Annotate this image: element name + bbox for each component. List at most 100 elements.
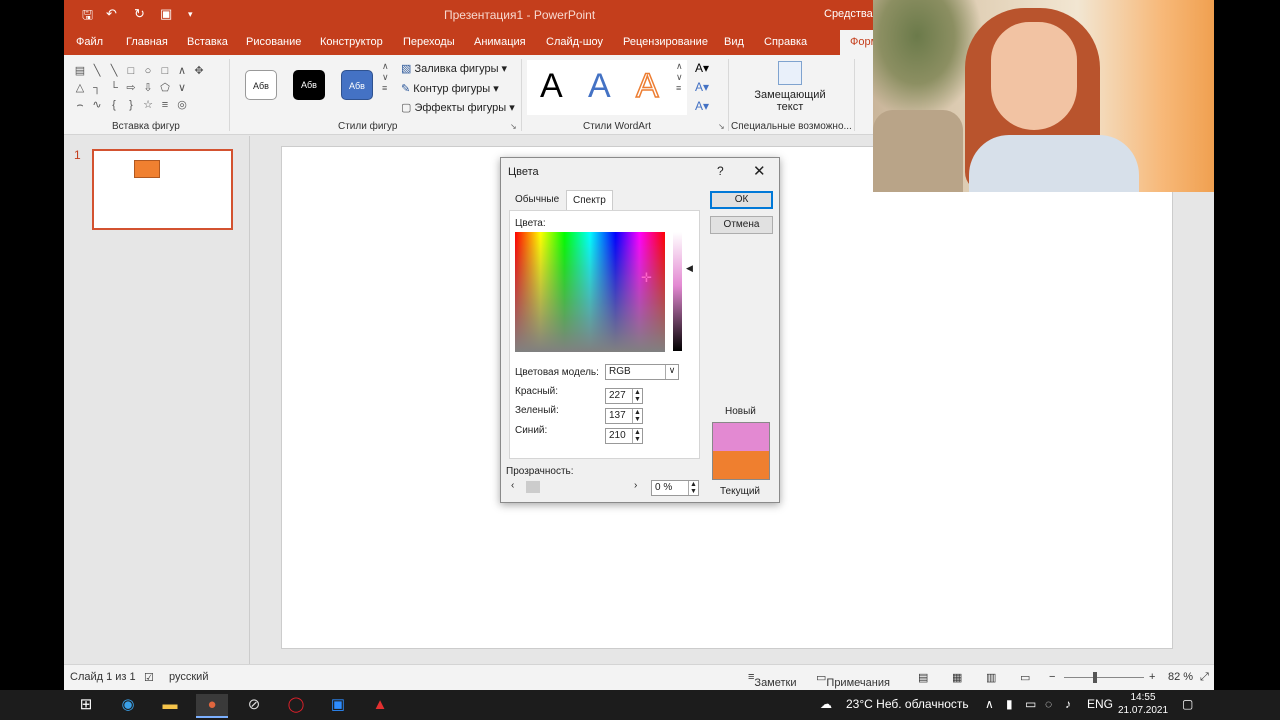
dialog-launcher-icon[interactable]: ↘ — [510, 122, 517, 131]
connector-icon[interactable]: ┐ — [89, 80, 105, 96]
green-input[interactable]: 137 ▲ ▼ — [605, 408, 643, 424]
help-button[interactable]: ? — [717, 164, 724, 178]
tab-animations[interactable]: Анимация — [474, 36, 526, 48]
rectangle-icon[interactable]: □ — [157, 63, 173, 79]
spinner-icon[interactable]: ▲ ▼ — [632, 429, 642, 443]
shapes-gallery[interactable]: ▤ ╲ ╲ □ ○ □ ∧ ✥ △ ┐ └ ⇨ ⇩ ⬠ ∨ ⌢ ∿ { } ☆ … — [72, 63, 212, 113]
star-icon[interactable]: ☆ — [140, 97, 156, 113]
weather-text[interactable]: 23°C Неб. облачность — [846, 697, 969, 711]
notes-button[interactable]: ≡ Заметки — [748, 671, 797, 689]
text-box-icon[interactable]: ▤ — [72, 63, 88, 79]
save-icon[interactable]: 🖫 — [82, 6, 93, 28]
notifications-icon[interactable]: ▢ — [1182, 697, 1193, 711]
shape-style-outline[interactable]: Абв — [245, 70, 277, 100]
normal-view-icon[interactable]: ▤ — [918, 671, 928, 684]
color-model-select[interactable]: RGB ∨ — [605, 364, 679, 380]
edit-shape-icon[interactable]: ✥ — [191, 63, 207, 79]
spinner-icon[interactable]: ▲ ▼ — [632, 409, 642, 423]
accessibility-check-icon[interactable]: ☑ — [144, 671, 154, 684]
zoom-in-icon[interactable]: + — [1149, 671, 1155, 683]
microphone-icon[interactable]: ▮ — [1006, 697, 1013, 711]
tab-standard[interactable]: Обычные — [509, 190, 565, 210]
alt-text-button[interactable]: Замещающий текст — [742, 61, 838, 113]
opera-icon[interactable]: ◯ — [280, 694, 312, 718]
arrow-down-icon[interactable]: ⇩ — [140, 80, 156, 96]
zoom-slider[interactable] — [1064, 677, 1144, 678]
comments-button[interactable]: ▭ Примечания — [816, 671, 890, 689]
brace-icon[interactable]: } — [123, 97, 139, 113]
line-icon[interactable]: ╲ — [89, 63, 105, 79]
powerpoint-icon[interactable]: ● — [196, 694, 228, 718]
merge-shapes-icon[interactable]: ◎ — [174, 97, 190, 113]
shape-fill-button[interactable]: ▧ Заливка фигуры ▾ — [401, 62, 507, 75]
luminance-arrow-icon[interactable]: ◀ — [686, 263, 693, 274]
slideshow-view-icon[interactable]: ▭ — [1020, 671, 1030, 684]
clock[interactable]: 14:55 21.07.2021 — [1118, 691, 1168, 717]
spinner-icon[interactable]: ▲ ▼ — [632, 389, 642, 403]
luminance-slider[interactable] — [673, 232, 682, 351]
gallery-scroll-icon[interactable]: ∧ ∨ ≡ — [382, 61, 389, 93]
shape-outline-button[interactable]: ✎ Контур фигуры ▾ — [401, 82, 499, 95]
windows-start-icon[interactable]: ⊞ — [70, 694, 102, 718]
start-from-beginning-icon[interactable]: ▣ — [160, 6, 172, 22]
tab-help[interactable]: Справка — [764, 36, 807, 48]
line-icon[interactable]: ╲ — [106, 63, 122, 79]
tab-insert[interactable]: Вставка — [187, 36, 228, 48]
dialog-launcher-icon[interactable]: ↘ — [718, 122, 725, 131]
crosshair-icon[interactable]: ✛ — [641, 270, 652, 286]
shapes-more-icon[interactable]: ≡ — [157, 97, 173, 113]
chevron-up-icon[interactable]: ∧ — [985, 697, 994, 711]
edge-icon[interactable]: ◉ — [112, 694, 144, 718]
tab-transitions[interactable]: Переходы — [403, 36, 455, 48]
triangle-icon[interactable]: △ — [72, 80, 88, 96]
tab-design[interactable]: Конструктор — [320, 36, 383, 48]
tab-view[interactable]: Вид — [724, 36, 744, 48]
zoom-level[interactable]: 82 % — [1168, 671, 1193, 683]
customize-qat-icon[interactable]: ▾ — [188, 9, 193, 20]
network-icon[interactable]: ◌ — [1045, 697, 1052, 711]
reading-view-icon[interactable]: ▥ — [986, 671, 996, 684]
gallery-scroll-icon[interactable]: ∧ ∨ ≡ — [676, 61, 683, 93]
tab-home[interactable]: Главная — [126, 36, 168, 48]
wordart-style-blue[interactable]: A — [588, 67, 611, 106]
curve-icon[interactable]: ∿ — [89, 97, 105, 113]
cancel-button[interactable]: Отмена — [710, 216, 773, 234]
undo-icon[interactable]: ↶ — [106, 6, 117, 22]
spinner-icon[interactable]: ▲ ▼ — [688, 481, 698, 495]
blue-input[interactable]: 210 ▲ ▼ — [605, 428, 643, 444]
weather-icon[interactable]: ☁ — [820, 697, 832, 711]
wordart-style-black[interactable]: A — [540, 67, 563, 106]
slider-thumb[interactable] — [526, 481, 540, 493]
close-icon[interactable]: ✕ — [753, 162, 766, 180]
chevron-down-icon[interactable]: ∨ — [174, 80, 190, 96]
transparency-input[interactable]: 0 % ▲ ▼ — [651, 480, 699, 496]
brace-icon[interactable]: { — [106, 97, 122, 113]
tab-draw[interactable]: Рисование — [246, 36, 301, 48]
connector-icon[interactable]: └ — [106, 80, 122, 96]
oval-icon[interactable]: ○ — [140, 63, 156, 79]
zoom-slider-thumb[interactable] — [1093, 672, 1097, 683]
zoom-out-icon[interactable]: − — [1049, 671, 1055, 683]
slide-sorter-icon[interactable]: ▦ — [952, 671, 962, 684]
wordart-style-orange-outline[interactable]: A — [635, 66, 659, 106]
tab-slideshow[interactable]: Слайд-шоу — [546, 36, 603, 48]
shape-style-black[interactable]: Абв — [293, 70, 325, 100]
text-effects-icon[interactable]: A▾ — [695, 99, 709, 113]
acrobat-icon[interactable]: ▲ — [364, 694, 396, 718]
redo-icon[interactable]: ↻ — [134, 6, 145, 22]
arc-icon[interactable]: ⌢ — [72, 97, 88, 113]
shape-effects-button[interactable]: ▢ Эффекты фигуры ▾ — [401, 101, 515, 114]
file-explorer-icon[interactable]: ▬ — [154, 694, 186, 718]
shape-style-blue[interactable]: Абв — [341, 70, 373, 100]
zoom-icon[interactable]: ▣ — [322, 694, 354, 718]
volume-icon[interactable]: ♪ — [1065, 697, 1071, 711]
input-language[interactable]: ENG — [1087, 697, 1113, 711]
rectangle-icon[interactable]: □ — [123, 63, 139, 79]
chevron-right-icon[interactable]: › — [634, 480, 637, 491]
chevron-up-icon[interactable]: ∧ — [174, 63, 190, 79]
chevron-left-icon[interactable]: ‹ — [511, 480, 514, 491]
text-fill-icon[interactable]: A▾ — [695, 61, 709, 75]
fit-to-window-icon[interactable]: ⤢ — [1200, 671, 1209, 684]
battery-icon[interactable]: ▭ — [1025, 697, 1036, 711]
app-icon[interactable]: ⊘ — [238, 694, 270, 718]
